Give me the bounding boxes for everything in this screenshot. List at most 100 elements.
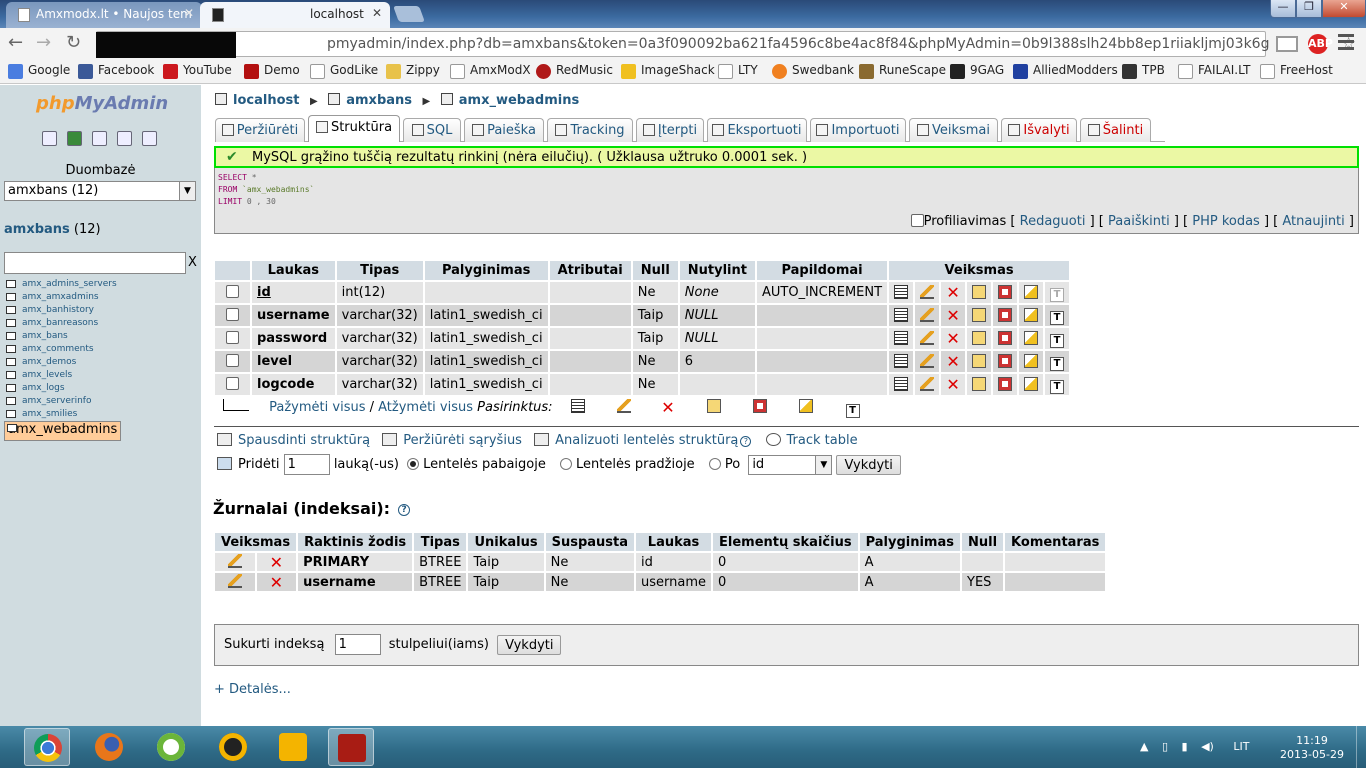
- unique-icon[interactable]: [998, 307, 1013, 322]
- fulltext-icon[interactable]: T: [1050, 310, 1065, 325]
- edit-icon[interactable]: [920, 353, 935, 368]
- bookmark-failai[interactable]: FAILAI.LT: [1178, 63, 1250, 79]
- primary-key-icon[interactable]: [972, 284, 987, 299]
- tab-sql[interactable]: SQL: [403, 118, 461, 142]
- new-tab-button[interactable]: [393, 6, 425, 22]
- profiling-checkbox[interactable]: [910, 214, 924, 227]
- fulltext-icon[interactable]: T: [1050, 356, 1065, 371]
- steam-taskbar-button[interactable]: [210, 728, 256, 766]
- tab-import[interactable]: Importuoti: [810, 118, 906, 142]
- bookmark-amxmodx[interactable]: AmxModX: [450, 63, 531, 79]
- field-count-input[interactable]: 1: [283, 454, 330, 475]
- database-select[interactable]: amxbans (12) ▼: [4, 181, 196, 201]
- edit-icon[interactable]: [227, 554, 242, 568]
- show-desktop-button[interactable]: [1356, 726, 1366, 768]
- check-all-link[interactable]: Pažymėti visus: [269, 400, 365, 415]
- edit-icon[interactable]: [616, 399, 631, 413]
- breadcrumb-database[interactable]: amxbans: [346, 93, 412, 108]
- unique-icon[interactable]: [998, 376, 1013, 391]
- browser-tab-amxmodx[interactable]: Amxmodx.lt • Naujos tem ✕: [6, 2, 202, 28]
- at-start-radio[interactable]: [560, 458, 572, 470]
- bookmark-facebook[interactable]: Facebook: [78, 63, 154, 79]
- php-code-link[interactable]: PHP kodas: [1192, 214, 1260, 229]
- table-item[interactable]: amx_comments: [4, 343, 201, 356]
- index-icon[interactable]: [799, 399, 814, 413]
- breadcrumb-server[interactable]: localhost: [233, 93, 299, 108]
- fulltext-icon[interactable]: T: [1050, 333, 1065, 348]
- relation-view-link[interactable]: Peržiūrėti sąryšius: [403, 433, 522, 448]
- bookmark-tpb[interactable]: TPB: [1122, 63, 1165, 79]
- unique-icon[interactable]: [998, 353, 1013, 368]
- refresh-link[interactable]: Atnaujinti: [1282, 214, 1344, 229]
- gmail-icon[interactable]: [1276, 36, 1298, 52]
- bookmark-alliedmodders[interactable]: AlliedModders: [1013, 63, 1118, 79]
- drop-icon[interactable]: ✕: [269, 574, 283, 590]
- volume-icon[interactable]: ◀): [1201, 740, 1214, 753]
- drop-icon[interactable]: ✕: [269, 554, 283, 570]
- exit-icon[interactable]: [67, 131, 82, 146]
- keys-taskbar-button[interactable]: [270, 728, 316, 766]
- details-link[interactable]: + Detalės...: [214, 682, 291, 697]
- home-icon[interactable]: [42, 131, 57, 146]
- table-item[interactable]: amx_demos: [4, 356, 201, 369]
- index-icon[interactable]: [1024, 376, 1039, 391]
- edit-icon[interactable]: [920, 330, 935, 345]
- index-icon[interactable]: [1024, 353, 1039, 368]
- address-bar[interactable]: pmyadmin/index.php?db=amxbans&token=0a3f…: [96, 31, 1356, 57]
- drop-icon[interactable]: ✕: [946, 354, 960, 370]
- bookmark-zippy[interactable]: Zippy: [386, 63, 440, 79]
- chrome-taskbar-button[interactable]: [24, 728, 70, 766]
- bookmark-9gag[interactable]: 9GAG: [950, 63, 1004, 79]
- utorrent-taskbar-button[interactable]: [148, 728, 194, 766]
- help-icon[interactable]: [117, 131, 132, 146]
- minimize-button[interactable]: —: [1270, 0, 1296, 18]
- after-field-select[interactable]: id ▼: [748, 454, 833, 475]
- index-icon[interactable]: [1024, 307, 1039, 322]
- close-window-button[interactable]: ✕: [1322, 0, 1366, 18]
- table-item[interactable]: amx_logs: [4, 382, 201, 395]
- bookmark-freehost[interactable]: FreeHost: [1260, 63, 1333, 79]
- help-icon[interactable]: ?: [398, 504, 411, 516]
- track-table-link[interactable]: Track table: [787, 433, 858, 448]
- bookmark-runescape[interactable]: RuneScape: [859, 63, 946, 79]
- table-filter-input[interactable]: [4, 252, 186, 274]
- drop-icon[interactable]: ✕: [946, 308, 960, 324]
- menu-icon[interactable]: [1338, 34, 1354, 50]
- tab-browse[interactable]: Peržiūrėti: [215, 118, 305, 142]
- browser-tab-localhost[interactable]: localhost ✕: [200, 2, 390, 28]
- edit-query-link[interactable]: Redaguoti: [1020, 214, 1086, 229]
- edit-icon[interactable]: [227, 574, 242, 588]
- edit-icon[interactable]: [920, 307, 935, 322]
- drop-icon[interactable]: ✕: [946, 285, 960, 301]
- primary-key-icon[interactable]: [972, 353, 987, 368]
- index-icon[interactable]: [1024, 330, 1039, 345]
- browse-icon[interactable]: [570, 399, 585, 413]
- maximize-button[interactable]: ❐: [1296, 0, 1322, 18]
- help-icon[interactable]: ?: [740, 436, 752, 447]
- column-count-input[interactable]: 1: [334, 634, 381, 655]
- table-item[interactable]: amx_smilies: [4, 408, 201, 421]
- primary-key-icon[interactable]: [707, 399, 722, 413]
- language-indicator[interactable]: LIT: [1233, 740, 1249, 753]
- primary-key-icon[interactable]: [972, 330, 987, 345]
- browse-icon[interactable]: [894, 284, 909, 299]
- table-item[interactable]: amx_serverinfo: [4, 395, 201, 408]
- adblock-icon[interactable]: ABP: [1308, 34, 1333, 54]
- row-checkbox[interactable]: [226, 285, 239, 298]
- analyze-structure-link[interactable]: Analizuoti lentelės struktūrą: [555, 433, 738, 448]
- clock[interactable]: 11:19 2013-05-29: [1274, 734, 1350, 762]
- forward-icon[interactable]: →: [36, 32, 51, 53]
- close-icon[interactable]: ✕: [372, 6, 382, 20]
- primary-key-icon[interactable]: [972, 307, 987, 322]
- firefox-taskbar-button[interactable]: [86, 728, 132, 766]
- database-link[interactable]: amxbans (12): [4, 222, 101, 237]
- unique-icon[interactable]: [753, 399, 768, 413]
- show-hidden-icons[interactable]: ▲: [1140, 740, 1148, 753]
- tab-insert[interactable]: Įterpti: [636, 118, 704, 142]
- unique-icon[interactable]: [998, 284, 1013, 299]
- add-field-go-button[interactable]: Vykdyti: [836, 454, 901, 475]
- browse-icon[interactable]: [894, 330, 909, 345]
- tab-structure[interactable]: Struktūra: [308, 115, 400, 142]
- fulltext-icon[interactable]: T: [1050, 379, 1065, 394]
- reload-icon[interactable]: ↻: [66, 32, 81, 53]
